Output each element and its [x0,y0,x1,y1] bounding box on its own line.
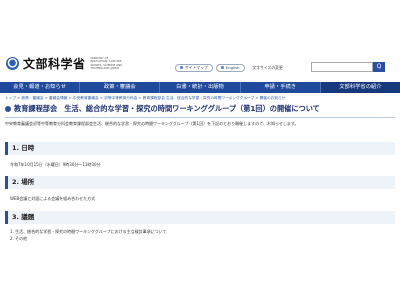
sitemap-link[interactable]: サイトマップ [175,64,213,72]
sitemap-label: サイトマップ [185,65,208,70]
text-size-label[interactable]: 文字サイズの変更 [253,65,283,71]
nav-item-policy[interactable]: 政策・審議会 [80,82,161,93]
site-header: 文部科学省 MINISTRY OF EDUCATION, CULTURE, SP… [0,0,400,82]
search-button[interactable]: Q [373,62,385,72]
section-heading-agenda: 3. 議題 [5,211,395,224]
title-bullet-icon [5,106,11,112]
section-body-venue: WEB会議と対面による会議を組み合わせた方式 [10,196,96,201]
nav-item-procedures[interactable]: 申請・手続き [241,82,321,93]
agenda-item: 2. その他 [10,236,28,241]
logo-title: 文部科学省 [23,57,86,71]
page-title: 教育課程部会 生活、総合的な学習・探究の時間ワーキンググループ（第1回）の開催に… [14,104,320,113]
english-label: English [225,65,240,70]
title-divider [5,117,395,118]
section-heading-venue: 2. 場所 [5,176,395,189]
search-input[interactable] [311,62,373,72]
breadcrumb[interactable]: トップ > 政策・審議会 > 審議会情報 > 中央教育審議会 > 初等中等教育分… [5,96,395,101]
logo-emblem-icon [6,57,19,70]
english-link[interactable]: English [215,64,245,72]
nav-item-press[interactable]: 会見・報道・お知らせ [0,82,81,93]
logo-subtitle: MINISTRY OF EDUCATION, CULTURE, SPORTS, … [90,55,123,70]
utility-links: サイトマップ English 文字サイズの変更 [175,64,283,72]
global-nav: 会見・報道・お知らせ 政策・審議会 白書・統計・出版物 申請・手続き 文部科学省… [0,82,400,93]
nav-item-publications[interactable]: 白書・統計・出版物 [160,82,241,93]
bullet-icon [220,66,224,69]
search-bar: Q [311,62,385,72]
agenda-item: 1. 生活、総合的な学習・探究の時間ワーキンググループにおける主な検討事項につい… [10,229,167,234]
section-body-datetime: 令和7年10月15日（水曜日）9時30分～11時30分 [10,162,101,167]
section-heading-datetime: 1. 日時 [5,142,395,155]
site-logo[interactable]: 文部科学省 MINISTRY OF EDUCATION, CULTURE, SP… [6,55,127,72]
bullet-icon [180,66,183,69]
intro-text: 中央教育審議会初等中等教育分科会教育課程部会生活、総合的な学習・探究の時間ワーキ… [5,121,299,126]
page-title-row: 教育課程部会 生活、総合的な学習・探究の時間ワーキンググループ（第1回）の開催に… [5,104,320,114]
nav-item-about[interactable]: 文部科学省の紹介 [320,82,400,93]
